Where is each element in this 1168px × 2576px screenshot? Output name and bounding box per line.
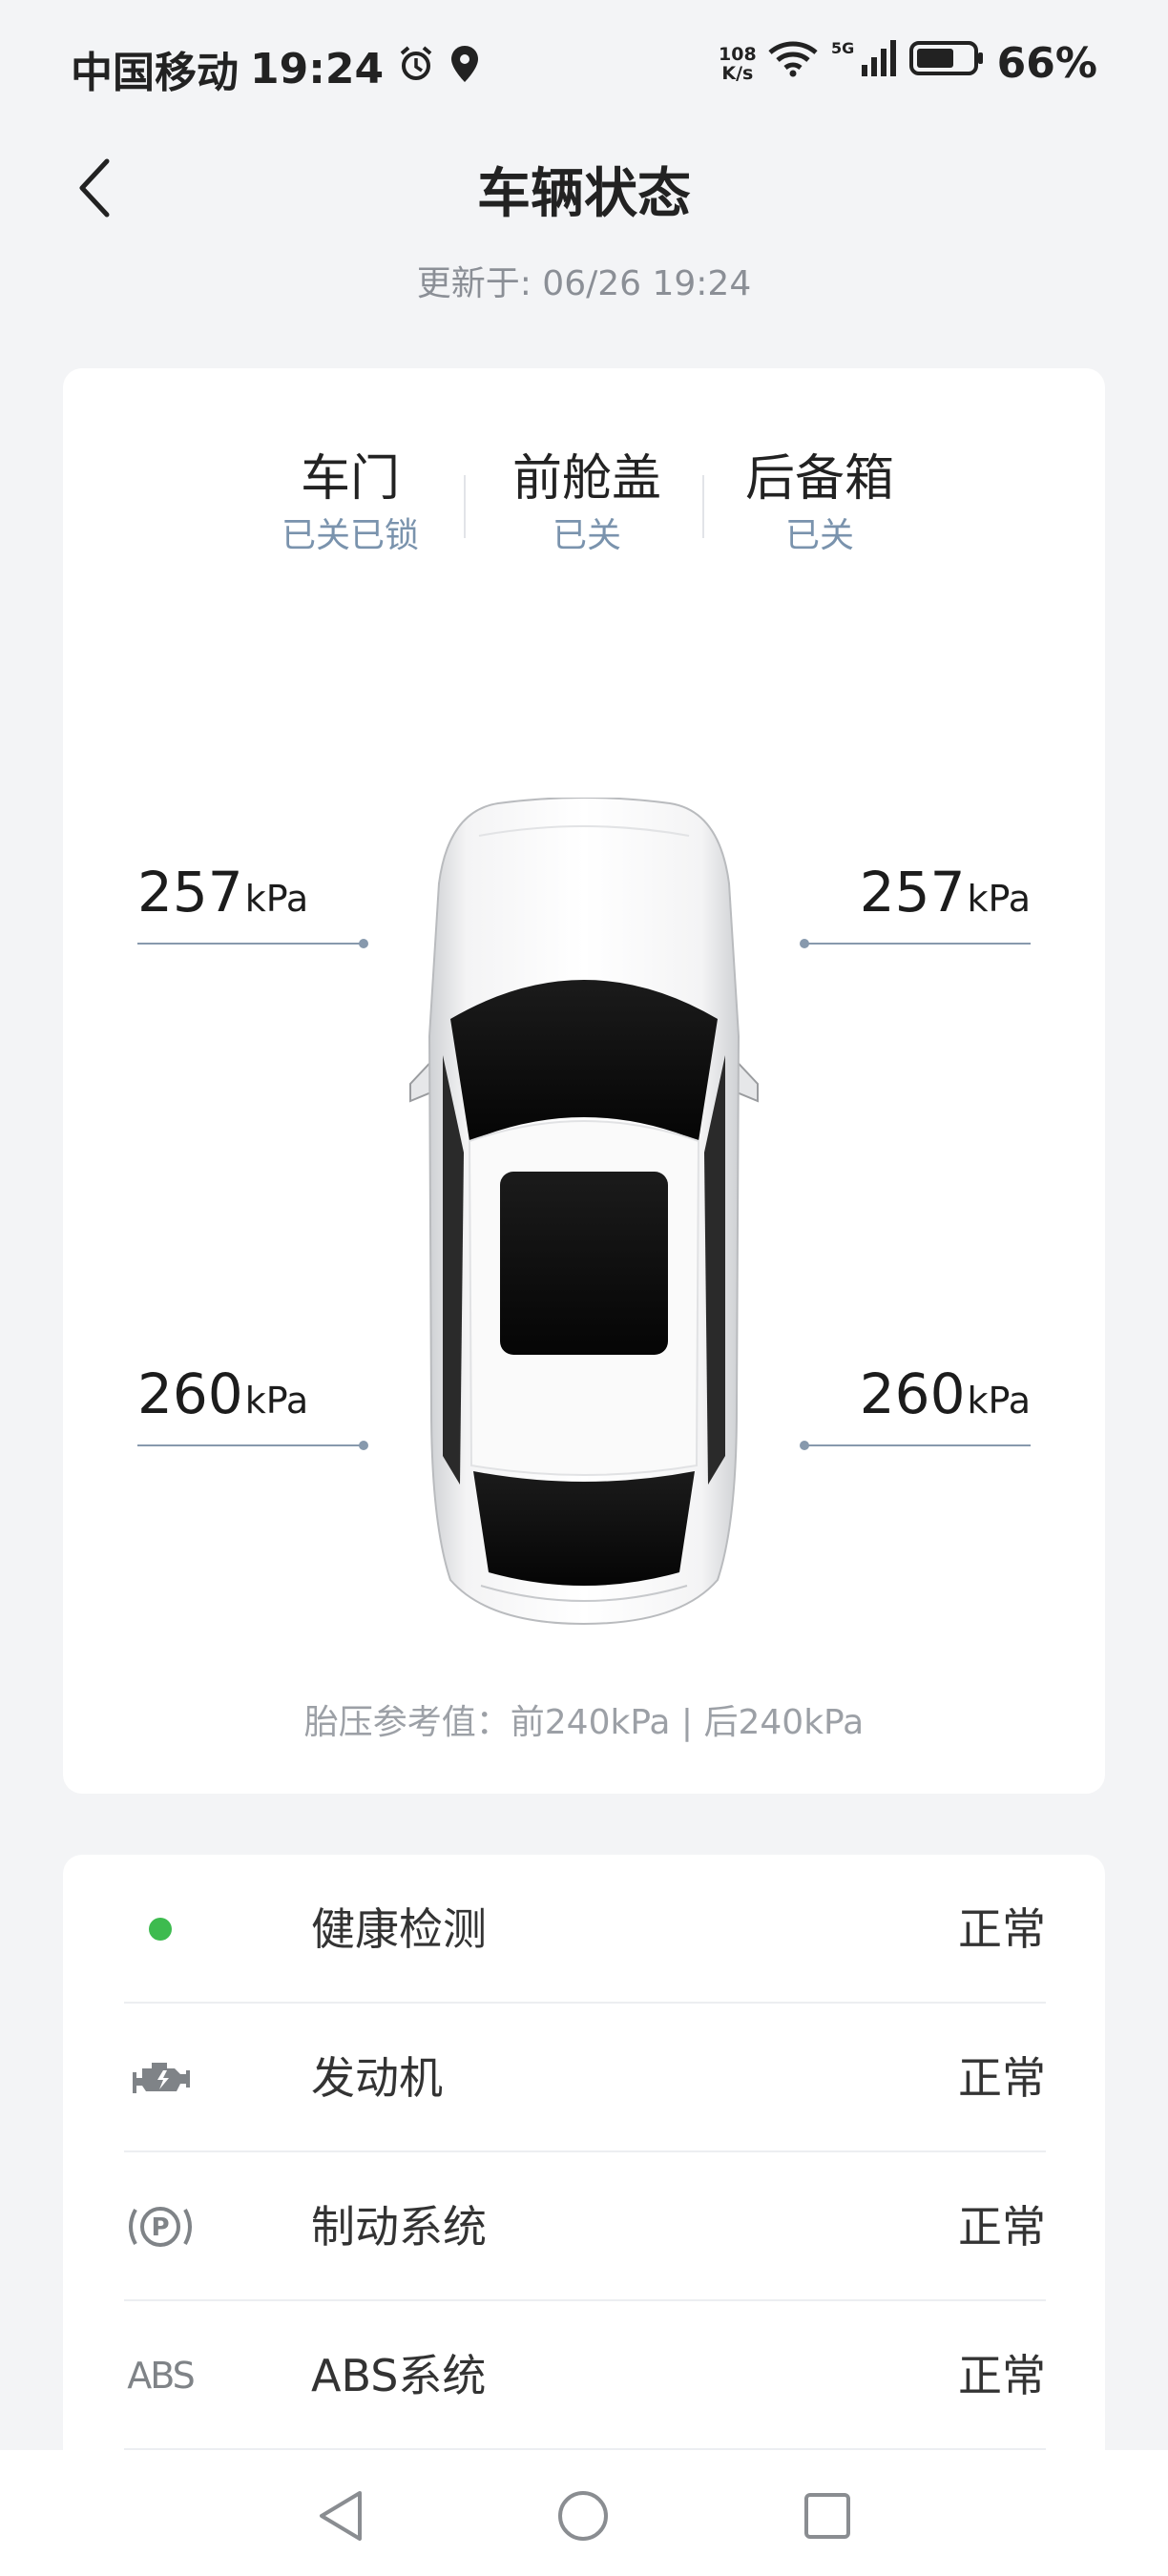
list-item-status: 正常 (958, 2350, 1046, 2401)
tire-pressure-unit: kPa (967, 878, 1032, 920)
trunk-state: 后备箱 已关 (700, 447, 939, 559)
tire-leader-line (802, 943, 1031, 945)
list-item-label: 健康检测 (311, 1903, 487, 1955)
svg-text:5G: 5G (831, 39, 854, 57)
location-icon (448, 44, 481, 94)
list-item-brake-system[interactable]: P 制动系统 正常 (124, 2152, 1046, 2301)
svg-text:P: P (151, 2213, 169, 2242)
tire-leader-line (137, 943, 366, 945)
circle-home-icon (558, 2491, 608, 2541)
engine-icon (124, 2047, 197, 2109)
nav-recents-button[interactable] (794, 2483, 861, 2549)
tire-leader-dot (359, 1441, 368, 1450)
tire-leader-line (137, 1444, 366, 1446)
closure-states: 车门 已关已锁 前舱盖 已关 后备箱 已关 (63, 447, 1105, 561)
tire-pressure-unit: kPa (244, 1380, 309, 1422)
vehicle-status-card: 车门 已关已锁 前舱盖 已关 后备箱 已关 257kPa 257kPa 260k… (63, 368, 1105, 1794)
tire-pressure-unit: kPa (967, 1380, 1032, 1422)
tire-leader-dot (800, 1441, 809, 1450)
list-item-engine[interactable]: 发动机 正常 (124, 2004, 1046, 2152)
trunk-label: 后备箱 (744, 450, 894, 508)
list-item-status: 正常 (958, 2052, 1046, 2104)
list-item-status: 正常 (958, 2201, 1046, 2253)
tire-pressure-value: 257 (137, 860, 243, 924)
tire-front-left: 257kPa (137, 859, 368, 948)
update-time: 更新于: 06/26 19:24 (416, 264, 752, 303)
battery-icon (908, 39, 997, 88)
door-value: 已关已锁 (281, 516, 419, 555)
net-speed-unit: K/s (721, 62, 754, 84)
status-right: 108 K/s 5G 66% (719, 38, 1097, 89)
net-speed-value: 108 (719, 43, 757, 65)
tire-rear-right: 260kPa (800, 1361, 1032, 1450)
list-item-health-check[interactable]: 健康检测 正常 (124, 1855, 1046, 2004)
door-state: 车门 已关已锁 (231, 447, 469, 559)
tire-leader-dot (359, 939, 368, 948)
5g-signal-icon: 5G (831, 38, 909, 89)
tire-pressure-value: 260 (859, 1361, 966, 1426)
header: 车辆状态 (0, 143, 1168, 229)
tire-leader-dot (800, 939, 809, 948)
trunk-value: 已关 (784, 516, 854, 555)
status-bar: 中国移动 19:24 108 K/s 5G 66% (0, 0, 1168, 134)
net-speed: 108 K/s (719, 45, 757, 83)
system-nav-bar (0, 2450, 1168, 2576)
tire-pressure-value: 257 (859, 860, 966, 924)
triangle-back-icon (320, 2491, 362, 2541)
carrier-name: 中国移动 (71, 49, 239, 97)
nav-back-button[interactable] (307, 2483, 374, 2549)
status-left: 中国移动 19:24 (71, 38, 481, 99)
hood-value: 已关 (552, 516, 621, 555)
list-item-status: 正常 (958, 1903, 1046, 1955)
car-top-view-image (393, 797, 775, 1628)
green-dot-icon (124, 1899, 197, 1960)
hood-state: 前舱盖 已关 (468, 447, 706, 559)
tire-pressure-unit: kPa (244, 878, 309, 920)
list-item-label: 发动机 (311, 2052, 443, 2104)
list-item-label: ABS系统 (311, 2350, 487, 2401)
hood-label: 前舱盖 (511, 450, 661, 508)
tire-leader-line (802, 1444, 1031, 1446)
tire-front-right: 257kPa (800, 859, 1032, 948)
divider (464, 475, 466, 538)
alarm-icon (397, 45, 435, 93)
clock: 19:24 (250, 44, 385, 93)
tire-pressure-value: 260 (137, 1361, 243, 1426)
abs-icon-text: ABS (127, 2355, 196, 2397)
wifi-icon (766, 39, 831, 88)
parking-brake-icon: P (124, 2196, 197, 2257)
tire-rear-left: 260kPa (137, 1361, 368, 1450)
tire-reference-note: 胎压参考值：前240kPa | 后240kPa (303, 1703, 865, 1742)
battery-percent: 66% (996, 39, 1097, 88)
square-recents-icon (804, 2493, 850, 2539)
list-item-label: 制动系统 (311, 2201, 487, 2253)
door-label: 车门 (300, 450, 400, 508)
list-item-abs-system[interactable]: ABS ABS系统 正常 (124, 2301, 1046, 2450)
abs-icon: ABS (124, 2345, 197, 2406)
page-title: 车辆状态 (477, 163, 691, 225)
nav-home-button[interactable] (550, 2483, 616, 2549)
